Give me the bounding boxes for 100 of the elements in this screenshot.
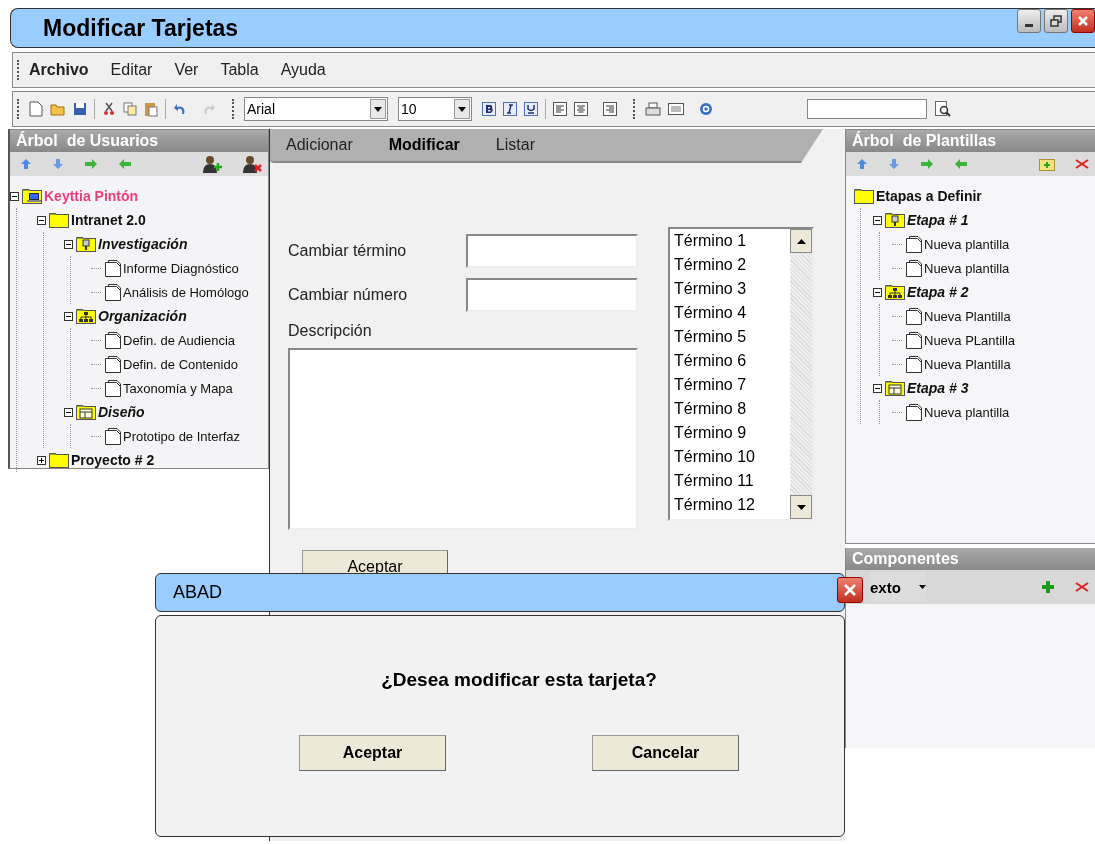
tree-item[interactable]: Defin. de Contenido bbox=[123, 356, 238, 372]
up-arrow-icon[interactable] bbox=[20, 158, 32, 170]
field-label: Cambiar número bbox=[288, 286, 408, 304]
underline-icon[interactable] bbox=[524, 102, 538, 116]
folder-grid-icon bbox=[76, 404, 96, 420]
list-item[interactable]: Término 3 bbox=[674, 277, 790, 301]
number-input-field[interactable] bbox=[466, 278, 638, 312]
list-item[interactable]: Término 2 bbox=[674, 253, 790, 277]
copy-icon[interactable] bbox=[123, 102, 137, 116]
add-user-icon[interactable] bbox=[202, 155, 222, 173]
list-item[interactable]: Término 1 bbox=[674, 229, 790, 253]
menu-item[interactable]: Archivo bbox=[29, 61, 89, 79]
list-item[interactable]: Término 5 bbox=[674, 325, 790, 349]
align-right-icon[interactable] bbox=[603, 102, 617, 116]
tree-item[interactable]: Diseño bbox=[98, 404, 145, 420]
paste-icon[interactable] bbox=[144, 101, 158, 117]
list-item[interactable]: Término 10 bbox=[674, 445, 790, 469]
tree-item[interactable]: Investigación bbox=[98, 236, 188, 252]
tree-item[interactable]: Nueva Plantilla bbox=[924, 356, 1011, 372]
size-dropdown[interactable]: 10 bbox=[398, 97, 472, 121]
menu-item[interactable]: Ver bbox=[174, 61, 199, 79]
panel-title: Árbol de Usuarios bbox=[10, 130, 268, 152]
tree-expander[interactable] bbox=[64, 239, 74, 249]
save-icon[interactable] bbox=[73, 102, 87, 116]
dialog-button[interactable]: Aceptar bbox=[299, 735, 446, 771]
bold-icon[interactable] bbox=[482, 102, 496, 116]
grip-icon bbox=[17, 99, 21, 119]
tree-item[interactable]: Nueva plantilla bbox=[924, 236, 1010, 252]
menu-item[interactable]: Tabla bbox=[220, 61, 259, 79]
scroll-down-button[interactable] bbox=[790, 495, 812, 519]
restore-button[interactable] bbox=[1044, 9, 1068, 33]
undo-icon[interactable] bbox=[173, 102, 187, 116]
term-input-field[interactable] bbox=[466, 234, 638, 268]
open-folder-icon[interactable] bbox=[50, 102, 66, 116]
tree-expander[interactable] bbox=[873, 287, 883, 297]
scroll-up-button[interactable] bbox=[790, 229, 812, 253]
dialog-message: ¿Desea modificar esta tarjeta? bbox=[381, 669, 657, 691]
caret-icon bbox=[918, 585, 926, 589]
new-file-icon[interactable] bbox=[29, 101, 43, 117]
tree-expander[interactable] bbox=[10, 191, 20, 201]
folder-computer-icon bbox=[22, 188, 42, 204]
tree-item[interactable]: Etapa # 2 bbox=[907, 284, 969, 300]
tree-item[interactable]: Etapa # 1 bbox=[907, 212, 969, 228]
document-icon bbox=[105, 379, 121, 397]
tab[interactable]: Listar bbox=[495, 136, 535, 154]
align-center-icon[interactable] bbox=[574, 102, 588, 116]
tree-expander[interactable] bbox=[873, 215, 883, 225]
search-icon[interactable] bbox=[935, 101, 951, 117]
close-button[interactable] bbox=[837, 577, 863, 603]
up-triangle-icon bbox=[796, 238, 806, 244]
remove-user-icon[interactable] bbox=[242, 155, 262, 173]
tree-item[interactable]: Nueva plantilla bbox=[924, 404, 1010, 420]
plus-icon[interactable] bbox=[1041, 580, 1055, 594]
search-field[interactable] bbox=[807, 99, 927, 119]
italic-icon[interactable] bbox=[503, 102, 517, 116]
tree-item[interactable]: Organización bbox=[98, 308, 187, 324]
tree-item[interactable]: Taxonomía y Mapa bbox=[123, 380, 233, 396]
tree-item[interactable]: Proyecto # 2 bbox=[71, 452, 155, 468]
tab[interactable]: Modificar bbox=[388, 136, 460, 154]
scroll-bar[interactable] bbox=[790, 229, 812, 519]
term-list[interactable]: Término 1 Término 2 Término 3 Término 4 Término 5 Término 6 Término 7 Término 8 Término 9 Término 10 Término 11 Término 12 bbox=[668, 227, 814, 521]
tree-expander[interactable] bbox=[64, 407, 74, 417]
grip-icon bbox=[17, 60, 21, 80]
list-item[interactable]: Término 7 bbox=[674, 373, 790, 397]
tree-item[interactable]: Keyttia Pintón bbox=[44, 188, 139, 204]
tree-item[interactable]: Análisis de Homólogo bbox=[123, 284, 249, 300]
tree-expander[interactable] bbox=[64, 311, 74, 321]
align-left-icon[interactable] bbox=[553, 102, 567, 116]
menu-item[interactable]: Ayuda bbox=[280, 61, 326, 79]
list-item[interactable]: Término 9 bbox=[674, 421, 790, 445]
tree-item[interactable]: Informe Diagnóstico bbox=[123, 260, 239, 276]
tab[interactable]: Adicionar bbox=[286, 136, 353, 154]
tree-item[interactable]: Nueva PLantilla bbox=[924, 332, 1016, 348]
tree-expander[interactable] bbox=[37, 455, 47, 465]
component-type-dropdown[interactable]: exto bbox=[870, 572, 926, 602]
tree-item[interactable]: Prototipo de Interfaz bbox=[123, 428, 241, 444]
tree-item[interactable]: Nueva Plantilla bbox=[924, 308, 1011, 324]
printer-icon[interactable] bbox=[645, 102, 661, 116]
tree-item[interactable]: Etapas a Definir bbox=[876, 188, 982, 204]
folder-icon bbox=[854, 188, 874, 204]
document-icon bbox=[906, 307, 922, 325]
folder-grid-icon bbox=[885, 380, 905, 396]
tree-item[interactable]: Intranet 2.0 bbox=[71, 212, 146, 228]
minimize-button[interactable] bbox=[1017, 9, 1041, 33]
tree-expander[interactable] bbox=[873, 383, 883, 393]
tree-item[interactable]: Nueva plantilla bbox=[924, 260, 1010, 276]
list-item[interactable]: Término 6 bbox=[674, 349, 790, 373]
list-item[interactable]: Término 4 bbox=[674, 301, 790, 325]
list-item[interactable]: Término 11 bbox=[674, 469, 790, 493]
dialog-button[interactable]: Cancelar bbox=[592, 735, 739, 771]
tree-item[interactable]: Etapa # 3 bbox=[907, 380, 969, 396]
tree-expander[interactable] bbox=[37, 215, 47, 225]
menu-item[interactable]: Editar bbox=[110, 61, 153, 79]
tree-item[interactable]: Defin. de Audiencia bbox=[123, 332, 236, 348]
up-arrow-icon[interactable] bbox=[856, 158, 868, 170]
list-item[interactable]: Término 8 bbox=[674, 397, 790, 421]
folder-plug-icon bbox=[885, 212, 905, 228]
font-dropdown[interactable]: Arial bbox=[244, 97, 388, 121]
list-item[interactable]: Término 12 bbox=[674, 493, 790, 517]
close-button[interactable] bbox=[1071, 9, 1095, 33]
